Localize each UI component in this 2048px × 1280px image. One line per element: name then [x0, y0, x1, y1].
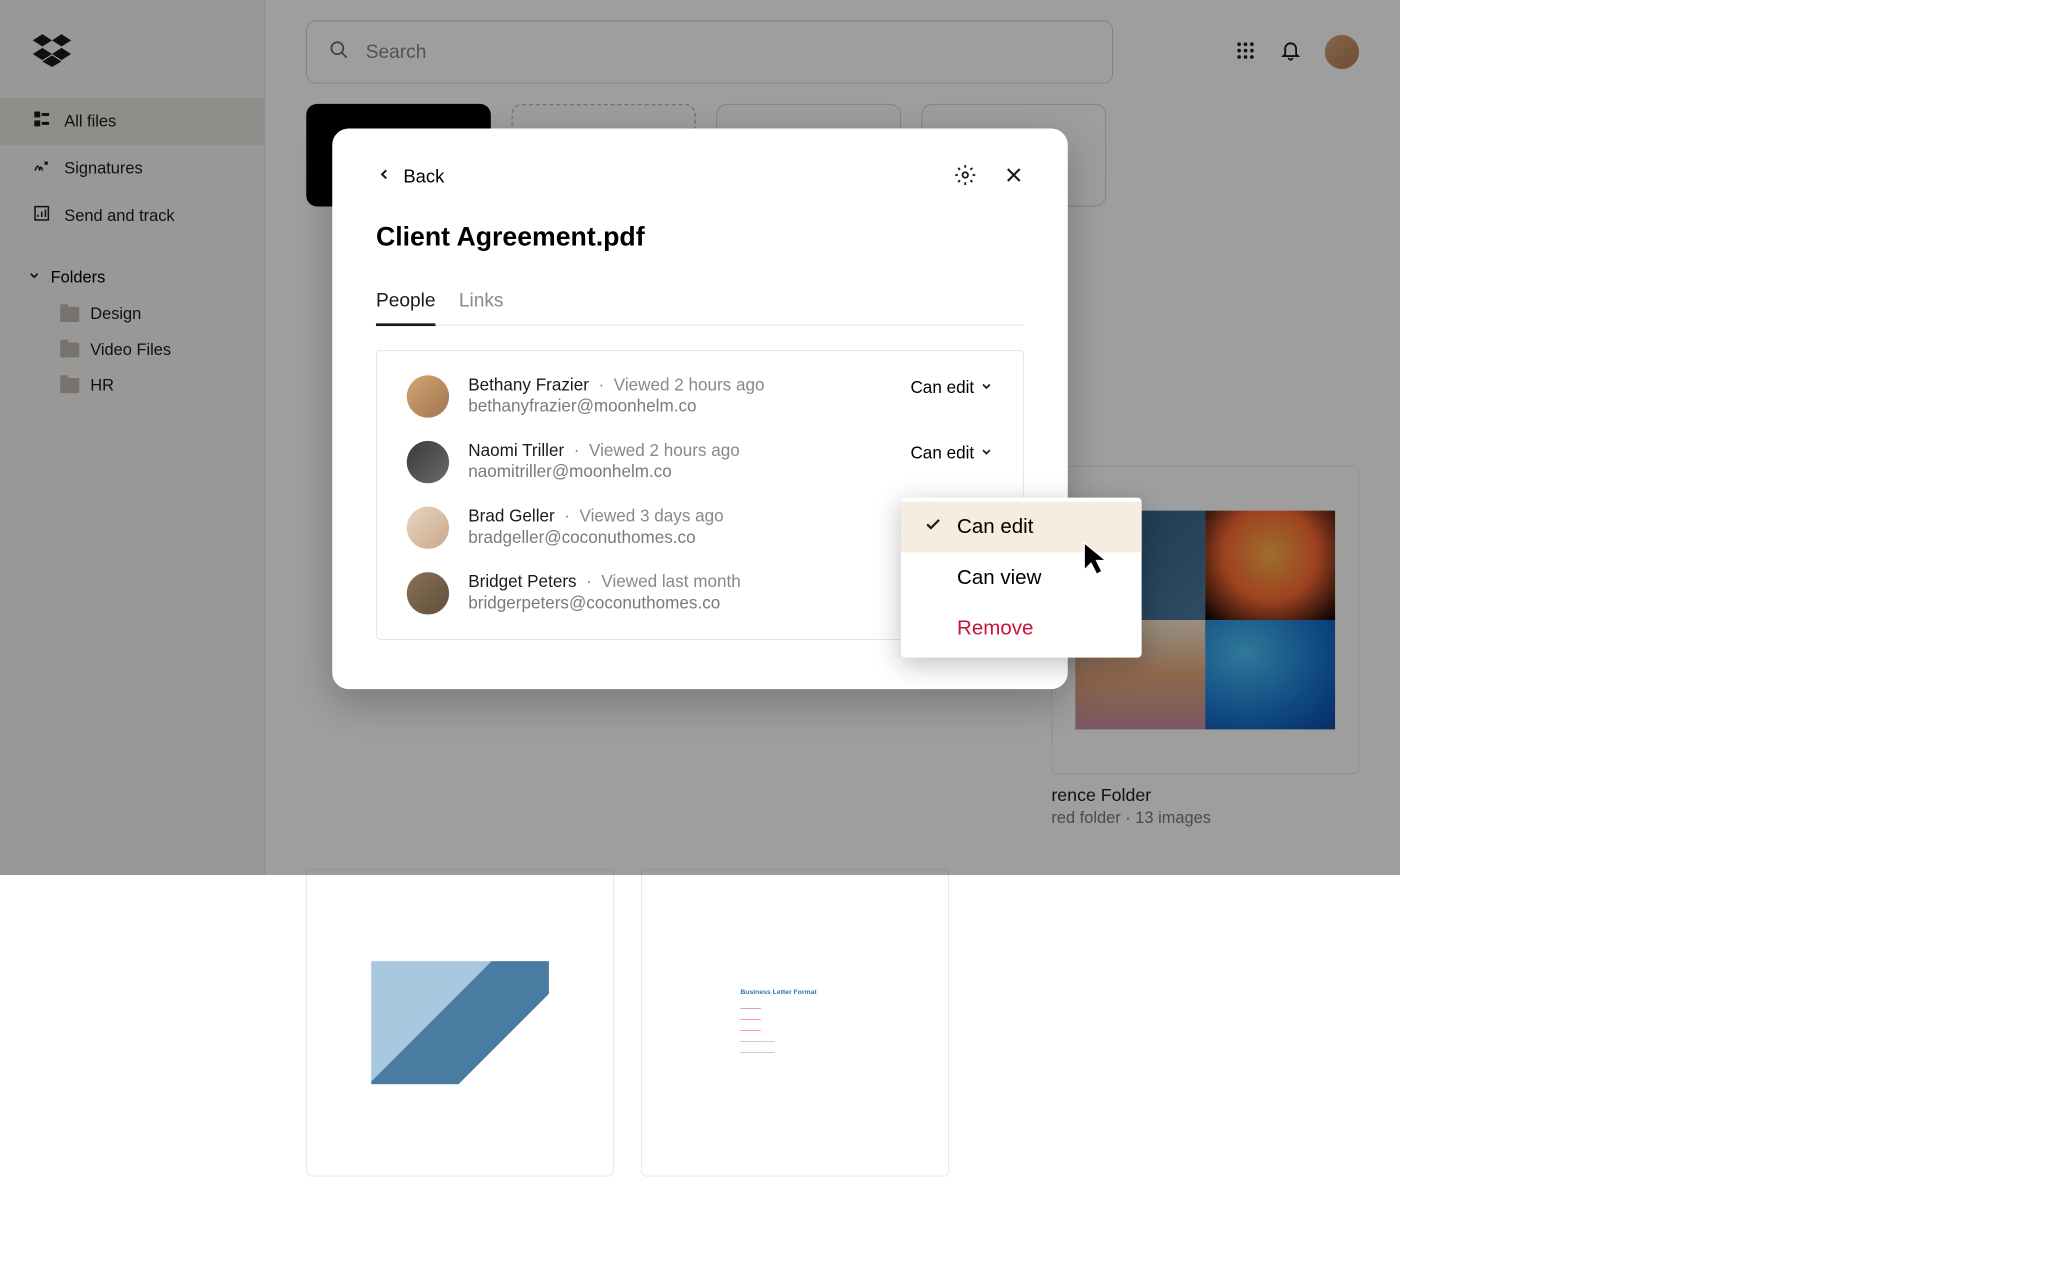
- separator-dot: ·: [564, 507, 570, 527]
- chevron-down-icon: [980, 444, 994, 464]
- permission-dropdown[interactable]: Can edit: [910, 444, 993, 464]
- back-button[interactable]: Back: [376, 166, 444, 187]
- menu-item-label: Can view: [957, 566, 1041, 589]
- person-viewed: Viewed 2 hours ago: [614, 375, 765, 395]
- permission-dropdown[interactable]: Can edit: [910, 378, 993, 398]
- person-info: Bethany Frazier · Viewed 2 hours ago bet…: [468, 375, 891, 416]
- modal-title: Client Agreement.pdf: [376, 222, 1024, 252]
- close-icon[interactable]: [1004, 165, 1025, 189]
- person-viewed: Viewed last month: [601, 572, 740, 592]
- tab-people[interactable]: People: [376, 289, 436, 326]
- back-label: Back: [403, 166, 444, 187]
- modal-tabs: People Links: [376, 289, 1024, 325]
- chevron-left-icon: [376, 166, 392, 187]
- person-name: Bridget Peters: [468, 572, 576, 592]
- person-email: naomitriller@moonhelm.co: [468, 462, 891, 482]
- doc-thumbnail: [306, 869, 614, 1177]
- modal-actions: [954, 164, 1024, 189]
- menu-item-label: Can edit: [957, 515, 1033, 538]
- person-email: bethanyfrazier@moonhelm.co: [468, 396, 891, 416]
- doc-thumbnail: Business Letter Format ————————— ———————…: [641, 869, 949, 1177]
- person-row: Naomi Triller · Viewed 2 hours ago naomi…: [407, 441, 994, 483]
- menu-item-remove[interactable]: Remove: [901, 603, 1142, 654]
- gear-icon[interactable]: [954, 164, 976, 189]
- tab-links[interactable]: Links: [459, 289, 504, 325]
- person-name: Brad Geller: [468, 507, 554, 527]
- person-viewed: Viewed 2 hours ago: [589, 441, 740, 461]
- person-avatar: [407, 375, 449, 417]
- content-card-doc1[interactable]: [306, 869, 614, 1188]
- person-info: Naomi Triller · Viewed 2 hours ago naomi…: [468, 441, 891, 482]
- person-avatar: [407, 572, 449, 614]
- permission-label: Can edit: [910, 444, 974, 464]
- chevron-down-icon: [980, 378, 994, 398]
- modal-header: Back: [376, 164, 1024, 189]
- person-avatar: [407, 507, 449, 549]
- content-grid-2: Business Letter Format ————————— ———————…: [306, 869, 1359, 1188]
- person-avatar: [407, 441, 449, 483]
- person-name: Bethany Frazier: [468, 375, 589, 395]
- permission-menu: Can edit Can view Remove: [901, 498, 1142, 658]
- menu-item-label: Remove: [957, 617, 1033, 640]
- person-row: Bethany Frazier · Viewed 2 hours ago bet…: [407, 375, 994, 417]
- menu-item-can-view[interactable]: Can view: [901, 552, 1142, 603]
- separator-dot: ·: [574, 441, 580, 461]
- check-icon: [924, 515, 942, 538]
- separator-dot: ·: [586, 572, 592, 592]
- separator-dot: ·: [598, 375, 604, 395]
- content-card-doc2[interactable]: Business Letter Format ————————— ———————…: [641, 869, 949, 1188]
- person-name: Naomi Triller: [468, 441, 564, 461]
- modal-overlay: Back Client Agreement.pdf People Links B…: [0, 0, 1400, 875]
- menu-item-can-edit[interactable]: Can edit: [901, 502, 1142, 553]
- person-viewed: Viewed 3 days ago: [580, 507, 724, 527]
- permission-label: Can edit: [910, 378, 974, 398]
